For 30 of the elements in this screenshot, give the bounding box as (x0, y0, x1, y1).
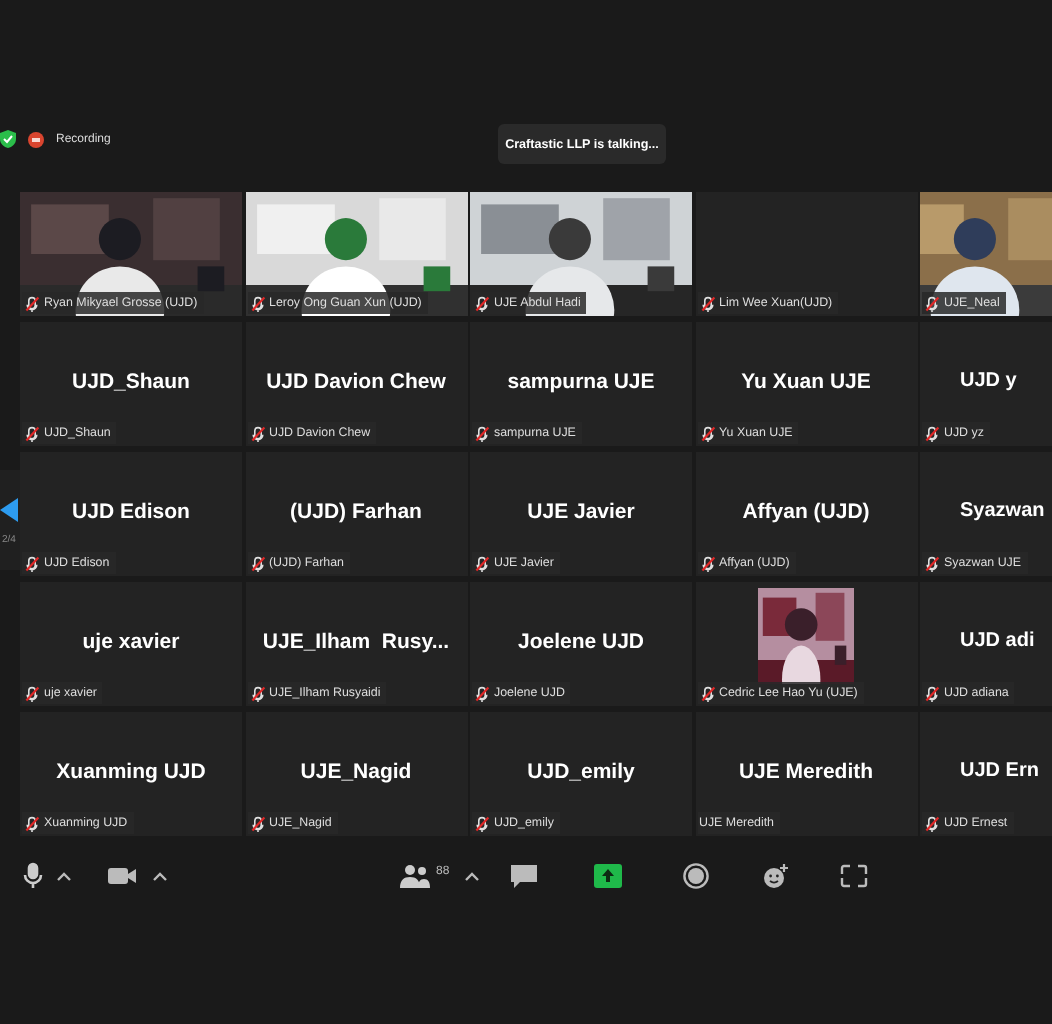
participant-name: Yu Xuan UJE (739, 370, 873, 394)
participant-name: UJD_emily (525, 760, 637, 784)
participant-name: (UJD) Farhan (288, 500, 424, 524)
participant-name: UJD Edison (70, 500, 192, 524)
participant-name: UJD Davion Chew (264, 370, 448, 394)
participant-name: Syazwan (960, 500, 1045, 522)
record-icon[interactable] (680, 862, 712, 890)
share-screen-icon[interactable] (592, 862, 624, 890)
previous-page-arrow-icon[interactable] (0, 498, 18, 522)
microphone-icon[interactable] (18, 862, 48, 890)
participant-name: UJE_Ilham Rusy... (260, 630, 452, 654)
chat-icon[interactable] (508, 862, 540, 890)
participant-name: UJE Meredith (736, 760, 876, 784)
shield-icon (0, 130, 16, 148)
participant-name: UJD Ern (960, 760, 1039, 782)
participant-name: Joelene UJD (515, 630, 647, 654)
recording-icon (28, 131, 44, 147)
participant-name: UJE_Nagid (298, 760, 414, 784)
participant-name: UJD_Shaun (70, 370, 192, 394)
reactions-icon[interactable] (760, 862, 792, 890)
participant-name: UJD adi (960, 630, 1035, 652)
participant-name: uje xavier (80, 630, 182, 654)
video-camera-icon[interactable] (106, 862, 138, 890)
participant-name: UJD y (960, 370, 1017, 392)
participants-icon[interactable] (400, 862, 432, 890)
participant-name: Xuanming UJD (54, 760, 208, 784)
participant-name: Affyan (UJD) (740, 500, 872, 524)
participant-name: UJE Javier (525, 500, 637, 524)
apps-icon[interactable] (838, 862, 870, 890)
participant-name: sampurna UJE (505, 370, 657, 394)
